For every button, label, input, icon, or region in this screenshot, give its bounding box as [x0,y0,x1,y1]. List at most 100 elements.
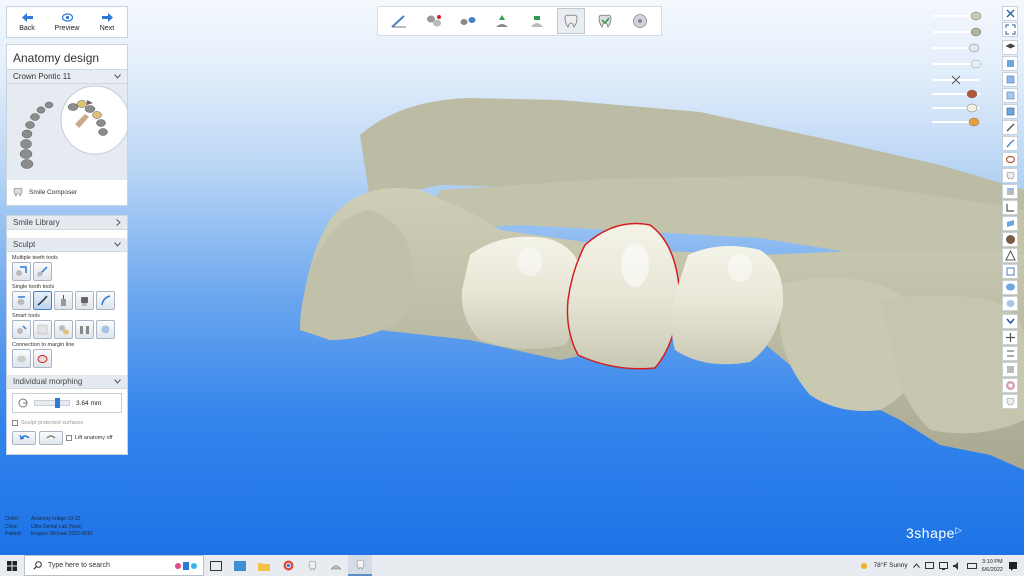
tooth-view-button[interactable] [1002,394,1018,409]
model-icon[interactable] [968,42,980,54]
next-button[interactable]: Next [87,7,127,37]
smart-tool-4-button[interactable] [75,320,94,339]
add-remove-button[interactable] [54,291,73,310]
screen-share-icon[interactable] [924,561,934,570]
network-icon[interactable] [938,561,948,570]
multi-teeth-scale-button[interactable] [33,262,52,281]
visibility-slider-model[interactable] [928,42,986,54]
taskbar-app-3shape-2[interactable] [324,555,348,576]
scale-icon [37,266,48,277]
morph-radius-control[interactable]: 3.64 mm [12,393,122,413]
fullscreen-button[interactable] [1002,22,1018,37]
weather-text[interactable]: 78°F Sunny [874,562,908,569]
warning-button[interactable] [1002,248,1018,263]
smile-library-header[interactable]: Smile Library [7,216,127,230]
visibility-slider-antagonist[interactable] [928,10,986,22]
screenshot-button[interactable] [1002,264,1018,279]
view-back-button[interactable] [1002,72,1018,87]
transparency-button[interactable] [1002,216,1018,231]
collapse-button[interactable] [1002,314,1018,329]
individual-morphing-header[interactable]: Individual morphing [7,375,127,389]
visibility-slider-crown[interactable] [928,88,986,100]
cross-section-button[interactable] [1002,152,1018,167]
occlusion-button[interactable] [1002,296,1018,311]
back-button[interactable]: Back [7,7,47,37]
margin-tool-2-button[interactable] [33,349,52,368]
view-tool-button[interactable] [1002,40,1018,55]
step-connectors-button[interactable] [591,8,619,34]
ruler-button[interactable] [1002,200,1018,215]
chat-button[interactable] [1002,280,1018,295]
die-icon [530,16,543,27]
step-finish-button[interactable] [626,8,654,34]
lift-anatomy-checkbox[interactable] [66,435,72,441]
smile-composer-row[interactable]: Smile Composer [7,180,127,204]
taskbar-app-photos[interactable] [228,555,252,576]
chevron-up-icon[interactable] [912,563,920,568]
sculpt-brush-button[interactable] [33,291,52,310]
dental-model-viewport[interactable] [0,0,1024,555]
taskbar-app-explorer[interactable] [252,555,276,576]
step-insertion-button[interactable] [488,8,516,34]
smart-tool-3-button[interactable] [54,320,73,339]
compare-button[interactable] [1002,346,1018,361]
notification-icon[interactable] [1008,561,1018,571]
visibility-slider-wax[interactable] [928,116,986,128]
morph-slider[interactable] [34,398,70,408]
scissors-icon[interactable] [950,74,962,86]
color-button[interactable] [1002,378,1018,393]
texture-button[interactable] [1002,362,1018,377]
sculpt-header[interactable]: Sculpt [7,238,127,252]
smart-tool-1-button[interactable] [12,320,31,339]
visibility-slider-preparation[interactable] [928,26,986,38]
section-button[interactable] [1002,184,1018,199]
view-right-button[interactable] [1002,104,1018,119]
design-tooth-icon[interactable] [966,102,978,114]
antagonist-icon[interactable] [970,10,982,22]
preparation-icon[interactable] [970,26,982,38]
smart-tool-5-button[interactable] [96,320,115,339]
smart-tool-2-button[interactable] [33,320,52,339]
taskbar-app-chrome[interactable] [276,555,300,576]
sculpt-protected-checkbox[interactable] [12,420,18,426]
volume-icon[interactable] [952,561,962,570]
redo-button[interactable] [39,431,63,445]
sculpt-protected-row[interactable]: Sculpt protected surfaces [7,417,127,429]
undo-button[interactable] [12,431,36,445]
step-bridge-button[interactable] [454,8,482,34]
clock[interactable]: 3:10 PM 6/6/2022 [982,558,1003,574]
morph-slider-thumb[interactable] [55,398,60,408]
step-margin-button[interactable] [385,8,413,34]
single-tooth-move-button[interactable] [12,291,31,310]
smooth-button[interactable] [75,291,94,310]
brush-tool-button[interactable] [1002,136,1018,151]
keyboard-icon[interactable] [966,562,977,570]
gingiva-icon[interactable] [970,58,982,70]
measure-button[interactable] [1002,168,1018,183]
multi-teeth-move-button[interactable] [12,262,31,281]
face-button[interactable] [1002,232,1018,247]
move-button[interactable] [1002,330,1018,345]
view-left-button[interactable] [1002,88,1018,103]
visibility-slider-design[interactable] [928,102,986,114]
step-die-button[interactable] [523,8,551,34]
wax-icon[interactable] [968,116,980,128]
close-button[interactable] [1002,6,1018,21]
preview-button[interactable]: Preview [47,7,87,37]
task-view-button[interactable] [204,555,228,576]
taskbar-search[interactable]: Type here to search [24,555,204,576]
view-front-button[interactable] [1002,56,1018,71]
crown-color-icon[interactable] [966,88,978,100]
taskbar-app-3shape-designer[interactable] [348,555,372,576]
visibility-slider-scissors[interactable] [928,74,986,86]
start-button[interactable] [0,555,24,576]
pen-tool-button[interactable] [1002,120,1018,135]
step-anatomy-button[interactable] [557,8,586,34]
crown-select-dropdown[interactable]: Crown Pontic 11 [7,69,127,84]
taskbar-app-3shape-1[interactable] [300,555,324,576]
visibility-slider-gingiva[interactable] [928,58,986,70]
shape-button[interactable] [96,291,115,310]
margin-tool-1-button[interactable] [12,349,31,368]
step-prepare-button[interactable] [420,8,448,34]
tooth-chart[interactable] [7,84,130,180]
